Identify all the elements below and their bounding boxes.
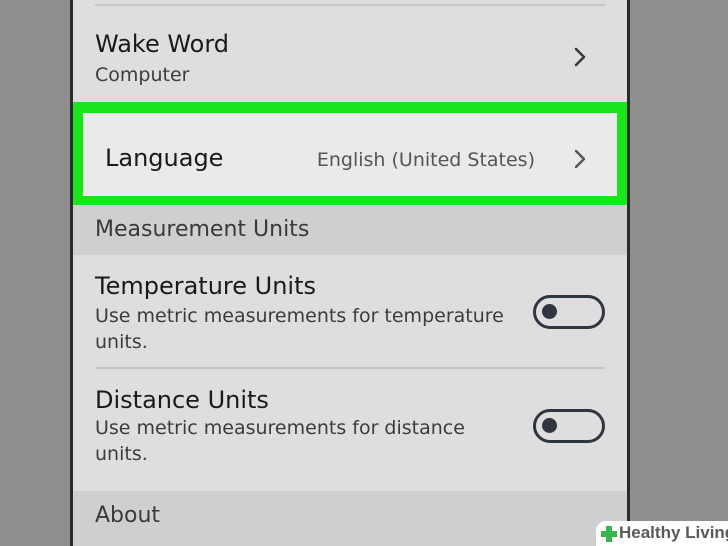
distance-units-title: Distance Units bbox=[95, 386, 269, 414]
chevron-right-icon bbox=[569, 148, 591, 170]
temperature-units-toggle[interactable] bbox=[533, 295, 605, 329]
wake-word-value: Computer bbox=[95, 64, 190, 86]
language-title: Language bbox=[105, 144, 224, 172]
healthy-living-watermark: Healthy Living bbox=[596, 521, 728, 546]
toggle-knob bbox=[542, 418, 557, 433]
language-value: English (United States) bbox=[316, 149, 535, 171]
distance-units-description-line2: units. bbox=[95, 443, 148, 465]
language-highlight: Language English (United States) bbox=[73, 102, 627, 205]
distance-units-toggle[interactable] bbox=[533, 409, 605, 443]
about-header: About bbox=[73, 491, 627, 546]
measurement-units-header: Measurement Units bbox=[73, 205, 627, 255]
section-label: Measurement Units bbox=[95, 217, 310, 242]
temperature-units-row: Temperature Units Use metric measurement… bbox=[73, 255, 627, 367]
wake-word-title: Wake Word bbox=[95, 30, 230, 58]
section-label: About bbox=[95, 503, 161, 528]
temperature-units-title: Temperature Units bbox=[95, 272, 317, 300]
temperature-units-description-line2: units. bbox=[95, 331, 148, 353]
toggle-knob bbox=[542, 304, 557, 319]
temperature-units-description-line1: Use metric measurements for temperature bbox=[95, 305, 504, 327]
divider bbox=[95, 4, 605, 6]
language-row[interactable]: Language English (United States) bbox=[83, 113, 617, 196]
settings-screen: Wake Word Computer Language English (Uni… bbox=[70, 0, 630, 546]
watermark-text: Healthy Living bbox=[619, 523, 728, 542]
wake-word-row[interactable]: Wake Word Computer bbox=[73, 8, 627, 102]
distance-units-description-line1: Use metric measurements for distance bbox=[95, 417, 465, 439]
distance-units-row: Distance Units Use metric measurements f… bbox=[73, 369, 627, 491]
chevron-right-icon bbox=[569, 46, 591, 68]
healthy-living-cross-icon bbox=[601, 526, 617, 542]
